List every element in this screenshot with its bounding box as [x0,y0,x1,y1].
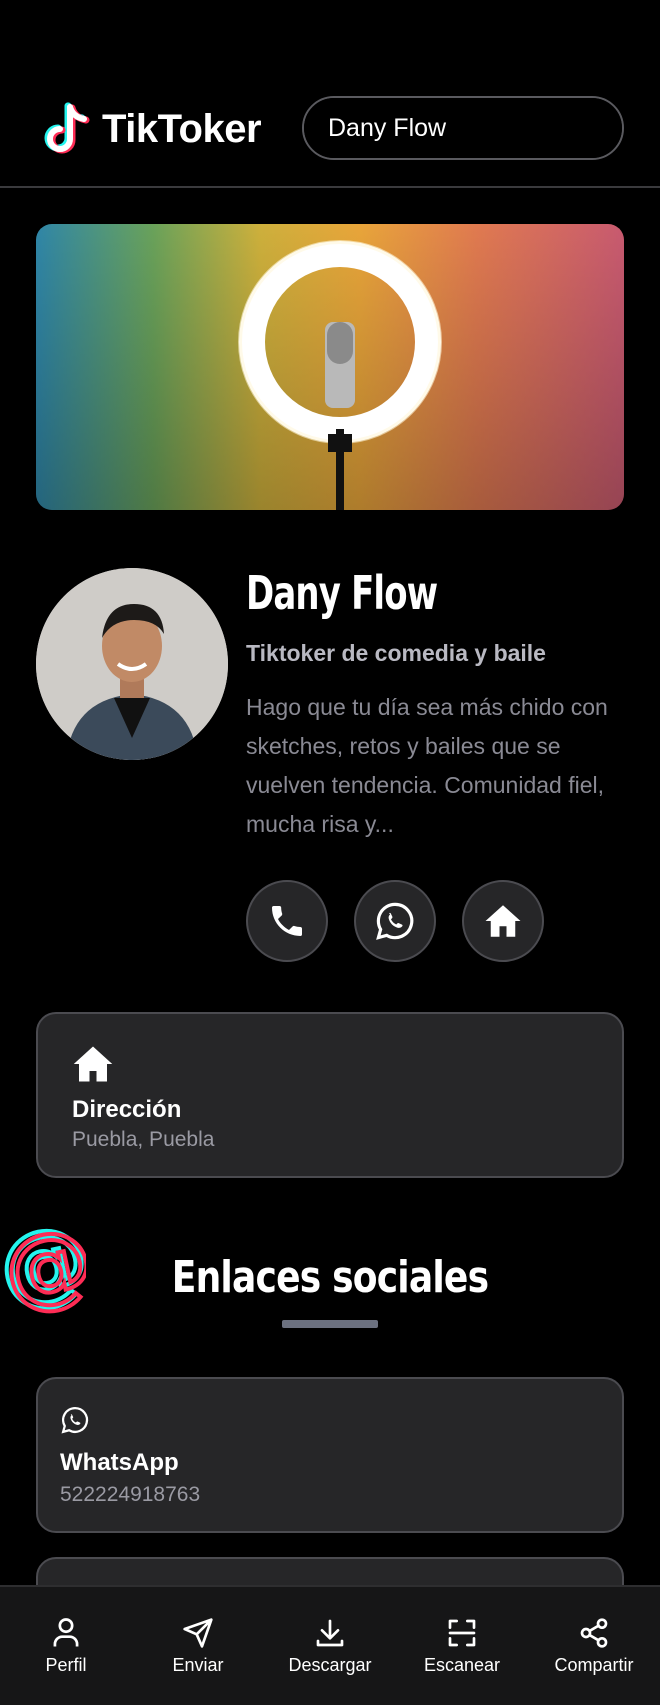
social-link-value: 522224918763 [60,1483,201,1506]
social-section-title: Enlaces sociales [171,1252,489,1303]
nav-label: Descargar [288,1655,372,1675]
brand-name: TikToker [102,106,262,151]
nav-label: Escanear [423,1655,501,1675]
section-underline [282,1320,378,1328]
home-icon [485,905,521,937]
app-header: TikToker [0,0,660,188]
brand-logo[interactable]: TikToker [36,100,262,158]
search-bar [302,96,624,160]
phone-icon [272,906,302,936]
social-link-whatsapp[interactable]: WhatsApp 522224918763 [36,1377,624,1533]
download-icon [316,1619,344,1647]
profile-bio: Hago que tu día sea más chido con sketch… [246,694,608,837]
tiktok-logo-icon [44,102,90,154]
cover-image [36,224,624,510]
nav-label: Enviar [172,1655,224,1675]
search-input[interactable] [304,98,622,158]
send-icon [183,1618,213,1648]
nav-enviar[interactable]: Enviar [132,1587,264,1705]
user-icon [53,1618,79,1647]
whatsapp-icon [376,902,414,940]
nav-perfil[interactable]: Perfil [0,1587,132,1705]
nav-compartir[interactable]: Compartir [528,1587,660,1705]
nav-escanear[interactable]: Escanear [396,1587,528,1705]
whatsapp-button[interactable] [354,880,436,962]
address-value: Puebla, Puebla [72,1128,215,1151]
profile-subtitle: Tiktoker de comedia y baile [246,640,546,666]
home-icon [73,1046,113,1082]
bottom-nav: Perfil Enviar Descargar Escanear Compart… [0,1585,660,1705]
profile-name: Dany Flow [246,566,438,620]
home-button[interactable] [462,880,544,962]
social-link-label: WhatsApp [60,1449,179,1476]
nav-descargar[interactable]: Descargar [264,1587,396,1705]
address-card: Dirección Puebla, Puebla [36,1012,624,1178]
scan-icon [448,1619,476,1647]
address-title: Dirección [72,1096,182,1123]
nav-label: Compartir [554,1655,634,1675]
avatar [36,568,228,760]
nav-label: Perfil [45,1655,87,1675]
share-icon [580,1618,608,1648]
call-button[interactable] [246,880,328,962]
whatsapp-icon [61,1406,89,1434]
